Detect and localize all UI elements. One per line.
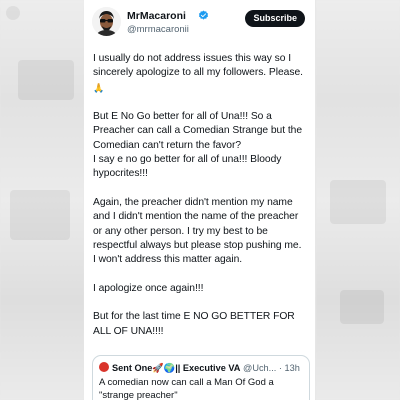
text-line: I apologize once again!!!	[93, 282, 204, 294]
text-line: I usually do not address issues this way…	[93, 53, 292, 64]
subscribe-button[interactable]: Subscribe	[245, 10, 305, 27]
text-line: Again, the preacher didn't mention my na…	[93, 196, 293, 208]
background-shape	[18, 60, 74, 100]
quoted-tweet-text: A comedian now can call a Man Of God a "…	[99, 376, 303, 400]
avatar-image	[92, 7, 121, 36]
tweet-card: MrMacaroni @mrmacaronii Subscribe I usua…	[84, 0, 315, 400]
display-name[interactable]: MrMacaroni	[127, 10, 186, 22]
text-line: But for the last time E NO GO BETTER FOR	[93, 311, 295, 323]
background-shape	[10, 190, 70, 240]
quoted-tweet-header: Sent One🚀🌍|| Executive VA @Uch... · 13h	[99, 362, 303, 374]
text-line: hypocrites!!!	[93, 168, 148, 180]
avatar[interactable]	[92, 7, 121, 36]
paragraph-1: I usually do not address issues this way…	[93, 52, 309, 96]
paragraph-5: But for the last time E NO GO BETTER FOR…	[93, 310, 309, 339]
background-shape	[6, 6, 20, 20]
text-line: respectful always but please stop pushin…	[93, 239, 302, 251]
text-line: But E No Go better for all of Una!!! So …	[93, 111, 272, 123]
tweet-header: MrMacaroni @mrmacaronii Subscribe	[92, 6, 307, 40]
text-line: sincerely apologize to all my followers.…	[93, 67, 303, 79]
background-shape	[340, 290, 384, 324]
text-line: Preacher can call a Comedian Strange but…	[93, 125, 303, 137]
text-line: "strange preacher"	[99, 390, 178, 400]
quoted-tweet[interactable]: Sent One🚀🌍|| Executive VA @Uch... · 13h …	[92, 355, 310, 400]
text-line: I say e no go better for all of una!!! B…	[93, 154, 282, 166]
handle[interactable]: @mrmacaronii	[127, 24, 189, 35]
pray-emoji-icon: 🙏	[93, 82, 105, 93]
text-line: Comedian can't return the favor?	[93, 139, 242, 151]
background-shape	[330, 180, 386, 224]
verified-badge-icon	[198, 10, 209, 20]
paragraph-4: I apologize once again!!!	[93, 282, 309, 296]
quoted-avatar[interactable]	[99, 362, 109, 372]
text-line: I won't address this matter again.	[93, 254, 243, 266]
text-line: ALL OF UNA!!!!	[93, 325, 164, 337]
tweet-text: I usually do not address issues this way…	[93, 52, 309, 353]
quoted-handle-time: @Uch... · 13h	[243, 363, 300, 373]
text-line: and I didn't mention the name of the pre…	[93, 211, 299, 223]
paragraph-2: But E No Go better for all of Una!!! So …	[93, 110, 309, 181]
paragraph-3: Again, the preacher didn't mention my na…	[93, 196, 309, 267]
text-line: or any other person. I try my best to be	[93, 225, 268, 237]
text-line: A comedian now can call a Man Of God a	[99, 377, 274, 388]
quoted-display-name[interactable]: Sent One🚀🌍|| Executive VA	[112, 363, 240, 373]
